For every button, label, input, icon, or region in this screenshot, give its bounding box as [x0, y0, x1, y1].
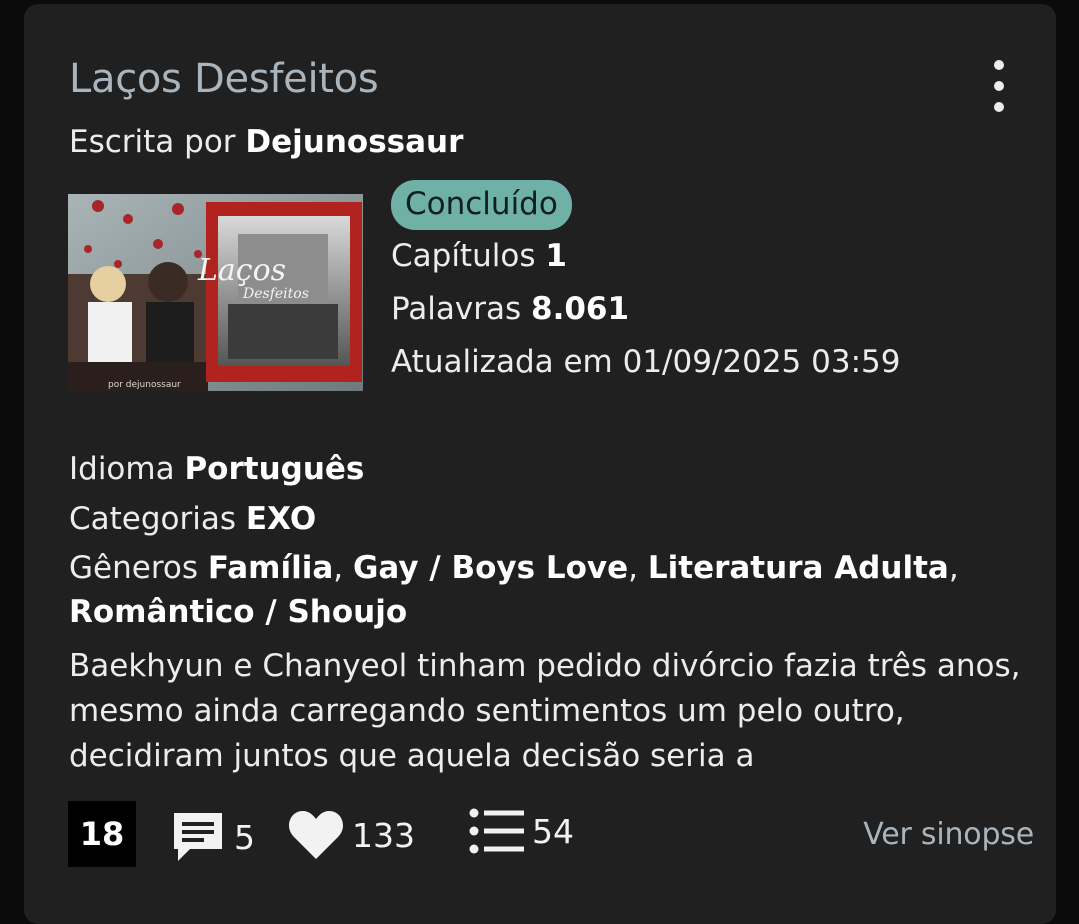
- favorites-count: 133: [352, 815, 415, 855]
- genre-link[interactable]: Gay / Boys Love: [353, 550, 628, 586]
- chapters-row: Capítulos 1: [391, 230, 900, 283]
- heart-icon: [288, 811, 344, 859]
- words-row: Palavras 8.061: [391, 283, 900, 336]
- dot: [994, 102, 1004, 112]
- genre-link[interactable]: Literatura Adulta: [648, 550, 949, 586]
- cover-art: Laços Desfeitos por dejunossaur: [68, 194, 363, 391]
- language-label: Idioma: [69, 451, 175, 487]
- lists-stat[interactable]: 54: [468, 807, 574, 855]
- comments-count: 5: [234, 817, 255, 857]
- cover-subtitle-text: Desfeitos: [242, 286, 309, 302]
- language-row: Idioma Português: [69, 444, 1029, 494]
- author-link[interactable]: Dejunossaur: [245, 124, 463, 160]
- author-prefix: Escrita por: [69, 124, 236, 160]
- chapters-label: Capítulos: [391, 238, 536, 274]
- cover-credit-text: por dejunossaur: [108, 380, 181, 390]
- more-options-icon[interactable]: [984, 60, 1014, 112]
- age-rating-badge: 18: [68, 801, 136, 867]
- favorites-stat[interactable]: 133: [286, 807, 415, 863]
- status-badge: Concluído: [391, 180, 572, 230]
- comment-icon: [174, 813, 222, 861]
- categories-row: Categorias EXO: [69, 494, 1029, 544]
- lists-count: 54: [532, 811, 574, 851]
- story-meta: Concluído Capítulos 1 Palavras 8.061 Atu…: [391, 180, 900, 389]
- genres-label: Gêneros: [69, 550, 198, 586]
- story-title[interactable]: Laços Desfeitos: [69, 56, 379, 102]
- list-icon: [469, 808, 524, 854]
- story-card[interactable]: Laços Desfeitos Escrita por Dejunossaur: [24, 4, 1056, 924]
- language-value[interactable]: Português: [184, 451, 364, 487]
- updated-date: Atualizada em 01/09/2025 03:59: [391, 344, 901, 380]
- synopsis-text: Baekhyun e Chanyeol tinham pedido divórc…: [69, 648, 1021, 774]
- dot: [994, 60, 1004, 70]
- view-synopsis-link[interactable]: Ver sinopse: [863, 817, 1034, 852]
- story-footer: 18 5 133 54 Ver sinopse: [68, 799, 1034, 869]
- comments-stat[interactable]: 5: [168, 807, 255, 867]
- categories-label: Categorias: [69, 501, 237, 537]
- genre-link[interactable]: Família: [208, 550, 333, 586]
- author-line: Escrita por Dejunossaur: [69, 124, 463, 160]
- category-link[interactable]: EXO: [246, 501, 316, 537]
- dot: [994, 81, 1004, 91]
- chapters-value: 1: [545, 238, 567, 274]
- story-info: Idioma Português Categorias EXO Gêneros …: [69, 444, 1029, 779]
- words-value: 8.061: [531, 291, 630, 327]
- cover-image[interactable]: Laços Desfeitos por dejunossaur: [68, 194, 363, 391]
- words-label: Palavras: [391, 291, 522, 327]
- genre-link[interactable]: Romântico / Shoujo: [69, 594, 407, 630]
- cover-title-text: Laços: [197, 253, 286, 288]
- genres-row: Gêneros Família, Gay / Boys Love, Litera…: [69, 550, 959, 630]
